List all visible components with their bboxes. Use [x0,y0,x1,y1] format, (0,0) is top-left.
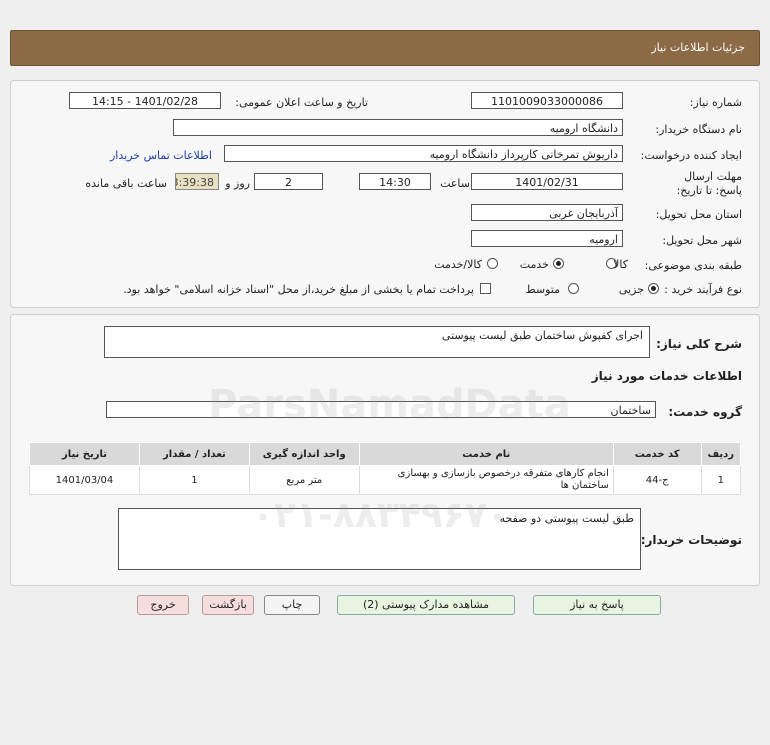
category-option-goods-service: کالا/خدمت [434,258,482,271]
process-radio-medium[interactable] [568,283,579,294]
province-field: آذربایجان غربی [471,204,623,221]
table-row: 1 ج-44 انجام کارهای متفرقه درخصوص بازساز… [29,465,742,495]
creator-field: داریوش تمرخانی کارپرداز دانشگاه ارومیه [224,145,623,162]
city-label: شهر محل تحویل: [662,234,742,247]
buyer-org-label: نام دستگاه خریدار: [655,123,742,136]
service-group-field: ساختمان [106,401,656,418]
announce-datetime-field: 1401/02/28 - 14:15 [69,92,221,109]
col-header-service-name: نام خدمت [358,442,614,466]
category-label: طبقه بندی موضوعی: [644,259,742,272]
services-table: ردیف کد خدمت نام خدمت واحد اندازه گیری ت… [29,442,742,495]
cell-unit: متر مربع [248,465,360,495]
col-header-quantity: تعداد / مقدار [138,442,250,466]
col-header-row-number: ردیف [700,442,742,466]
service-group-label: گروه خدمت: [668,405,742,419]
summary-field: اجرای کفپوش ساختمان طبق لیست پیوستی [104,326,650,358]
page-title: جزئیات اطلاعات نیاز [651,41,745,54]
col-header-need-date: تاریخ نیاز [29,442,140,466]
exit-button[interactable]: خروج [137,595,189,615]
cell-row-number: 1 [700,465,742,495]
need-number-field: 1101009033000086 [471,92,623,109]
remaining-label: ساعت باقی مانده [85,177,167,190]
view-documents-button[interactable]: مشاهده مدارک پیوستی (2) [337,595,515,615]
creator-label: ایجاد کننده درخواست: [640,149,742,162]
buyer-org-field: دانشگاه ارومیه [173,119,623,136]
deadline-time-label: ساعت [440,177,470,190]
days-field: 2 [254,173,323,190]
process-option-medium: متوسط [525,283,560,296]
deadline-date-field: 1401/02/31 [471,173,623,190]
need-number-label: شماره نیاز: [689,96,742,109]
days-and-label: روز و [225,177,250,190]
table-header-row: ردیف کد خدمت نام خدمت واحد اندازه گیری ت… [29,442,742,466]
process-option-minor: جزیی [618,283,644,296]
category-radio-service[interactable] [553,258,564,269]
print-button[interactable]: چاپ [264,595,320,615]
announce-datetime-label: تاریخ و ساعت اعلان عمومی: [235,96,368,109]
page-header: جزئیات اطلاعات نیاز [10,30,760,66]
contact-buyer-link[interactable]: اطلاعات تماس خریدار [110,149,212,162]
deadline-label: مهلت ارسال پاسخ: تا تاریخ: [676,170,742,197]
buyer-notes-label: توضیحات خریدار: [640,533,742,547]
summary-label: شرح کلی نیاز: [656,337,742,351]
process-radio-minor[interactable] [648,283,659,294]
city-field: ارومیه [471,230,623,247]
cell-need-date: 1401/03/04 [29,465,140,495]
category-radio-goods-service[interactable] [487,258,498,269]
category-option-service: خدمت [519,258,549,271]
treasury-checkbox[interactable] [480,283,491,294]
back-button[interactable]: بازگشت [202,595,254,615]
col-header-service-code: کد خدمت [612,442,702,466]
cell-service-name: انجام کارهای متفرقه درخصوص بازسازی و بهس… [358,465,614,495]
services-section-title: اطلاعات خدمات مورد نیاز [591,369,742,383]
remaining-timer: 23:39:38 [175,173,219,190]
cell-service-code: ج-44 [612,465,702,495]
province-label: استان محل تحویل: [655,208,742,221]
process-label: نوع فرآیند خرید : [664,283,742,296]
buyer-notes-field: طبق لیست پیوستی دو صفحه [118,508,641,570]
deadline-time-field: 14:30 [359,173,431,190]
category-option-goods: کالا [613,258,628,271]
cell-quantity: 1 [138,465,250,495]
need-info-panel [10,80,760,308]
col-header-unit: واحد اندازه گیری [248,442,360,466]
treasury-text: پرداخت تمام یا بخشی از مبلغ خرید،از محل … [123,283,474,296]
respond-button[interactable]: پاسخ به نیاز [533,595,661,615]
